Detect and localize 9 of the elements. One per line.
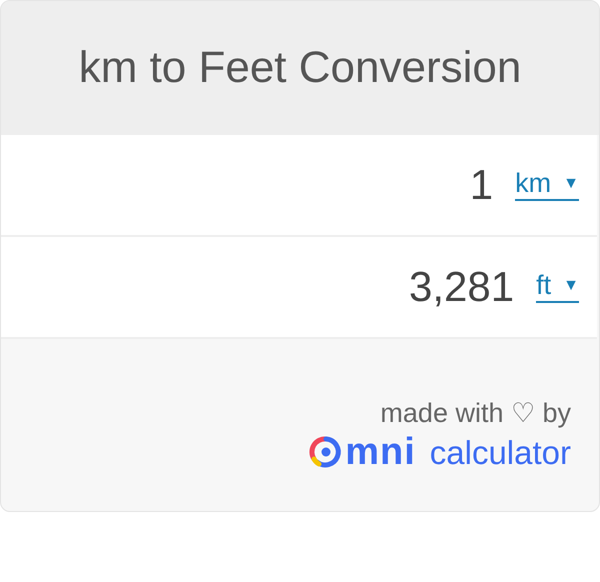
value-text: 3,281	[409, 263, 514, 311]
calculator-title: km to Feet Conversion	[78, 43, 522, 93]
unit-dropdown[interactable]: km ▼	[515, 169, 579, 201]
logo-subtitle: calculator	[430, 436, 571, 468]
unit-dropdown[interactable]: ft ▼	[536, 271, 579, 303]
credit-text: made with ♡ by	[380, 397, 571, 429]
logo-wordmark: mni	[345, 433, 416, 471]
logo-ring-icon	[309, 435, 344, 469]
value-text: 1	[470, 161, 494, 209]
